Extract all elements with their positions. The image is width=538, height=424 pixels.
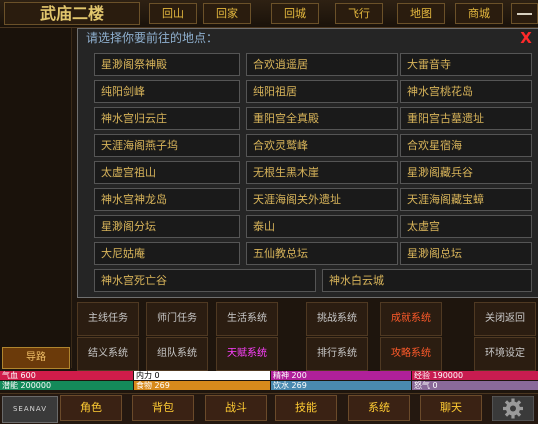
return-home-button[interactable]: 回家: [203, 3, 251, 24]
map-button[interactable]: 地图: [397, 3, 445, 24]
destination-item[interactable]: 合欢逍遥居: [246, 53, 398, 76]
food-bar: 食物 269: [134, 381, 270, 390]
destination-item[interactable]: 神水宫神龙岛: [94, 188, 240, 211]
grid-button[interactable]: 成就系统: [380, 302, 442, 336]
grid-button[interactable]: 环境设定: [474, 337, 536, 371]
destination-item[interactable]: 大尼姑庵: [94, 242, 240, 265]
return-city-button[interactable]: 回城: [271, 3, 319, 24]
destination-item[interactable]: 太虚宫祖山: [94, 161, 240, 184]
destination-dialog: 请选择你要前往的地点： X 星渺阁祭神殿 合欢逍遥居 大雷音寺 纯阳剑峰 纯阳祖…: [77, 28, 538, 298]
grid-button[interactable]: 攻略系统: [380, 337, 442, 371]
destination-item[interactable]: 星渺阁分坛: [94, 215, 240, 238]
destination-item[interactable]: 纯阳祖居: [246, 80, 398, 103]
grid-button[interactable]: 组队系统: [146, 337, 208, 371]
gear-icon[interactable]: [492, 396, 534, 421]
grid-button[interactable]: 挑战系统: [306, 302, 368, 336]
anger-bar: 怒气 0: [412, 381, 538, 390]
left-panel: [0, 28, 72, 368]
destination-item[interactable]: 天涯海阁燕子坞: [94, 134, 240, 157]
grid-button[interactable]: 排行系统: [306, 337, 368, 371]
grid-button[interactable]: 结义系统: [77, 337, 139, 371]
destination-item[interactable]: 天涯海阁藏宝蟑: [400, 188, 532, 211]
destination-item[interactable]: 五仙教总坛: [246, 242, 398, 265]
destination-item[interactable]: 星渺阁总坛: [400, 242, 532, 265]
tab-battle[interactable]: 战斗: [205, 395, 267, 421]
location-title: 武庙二楼: [4, 2, 140, 25]
tab-character[interactable]: 角色: [60, 395, 122, 421]
tab-skills[interactable]: 技能: [275, 395, 337, 421]
spirit-bar: 精神 200: [271, 371, 411, 380]
water-bar: 饮水 269: [271, 381, 411, 390]
destination-item[interactable]: 星渺阁藏兵谷: [400, 161, 532, 184]
logo: SEANAV: [2, 396, 58, 423]
return-mountain-button[interactable]: 回山: [149, 3, 197, 24]
destination-item[interactable]: 纯阳剑峰: [94, 80, 240, 103]
grid-button[interactable]: 主线任务: [77, 302, 139, 336]
fly-button[interactable]: 飞行: [335, 3, 383, 24]
grid-button[interactable]: 天赋系统: [216, 337, 278, 371]
destination-item[interactable]: 重阳宫全真殿: [246, 107, 398, 130]
grid-button[interactable]: 师门任务: [146, 302, 208, 336]
mp-bar: 内力 0: [134, 371, 270, 380]
exp-bar: 经验 190000: [412, 371, 538, 380]
destination-item[interactable]: 神水宫死亡谷: [94, 269, 316, 292]
destination-item[interactable]: 天涯海阁关外遗址: [246, 188, 398, 211]
menu-icon[interactable]: [511, 3, 538, 24]
destination-item[interactable]: 神水宫桃花岛: [400, 80, 532, 103]
hp-bar: 气血 600: [0, 371, 133, 380]
destination-item[interactable]: 神水白云城: [322, 269, 532, 292]
grid-button[interactable]: 生活系统: [216, 302, 278, 336]
shop-button[interactable]: 商城: [455, 3, 503, 24]
tab-bag[interactable]: 背包: [132, 395, 194, 421]
destination-item[interactable]: 大雷音寺: [400, 53, 532, 76]
guide-button[interactable]: 导路: [2, 347, 70, 369]
dialog-title: 请选择你要前往的地点：: [86, 31, 219, 45]
tab-system[interactable]: 系统: [348, 395, 410, 421]
destination-item[interactable]: 神水宫归云庄: [94, 107, 240, 130]
grid-button[interactable]: 关闭返回: [474, 302, 536, 336]
destination-item[interactable]: 星渺阁祭神殿: [94, 53, 240, 76]
destination-item[interactable]: 重阳宫古墓遗址: [400, 107, 532, 130]
destination-item[interactable]: 泰山: [246, 215, 398, 238]
destination-item[interactable]: 无根生黑木崖: [246, 161, 398, 184]
destination-item[interactable]: 合欢星宿海: [400, 134, 532, 157]
potential-bar: 潜能 200000: [0, 381, 133, 390]
destination-item[interactable]: 太虚宫: [400, 215, 532, 238]
tab-chat[interactable]: 聊天: [420, 395, 482, 421]
close-icon[interactable]: X: [519, 31, 533, 46]
destination-item[interactable]: 合欢灵鹫峰: [246, 134, 398, 157]
